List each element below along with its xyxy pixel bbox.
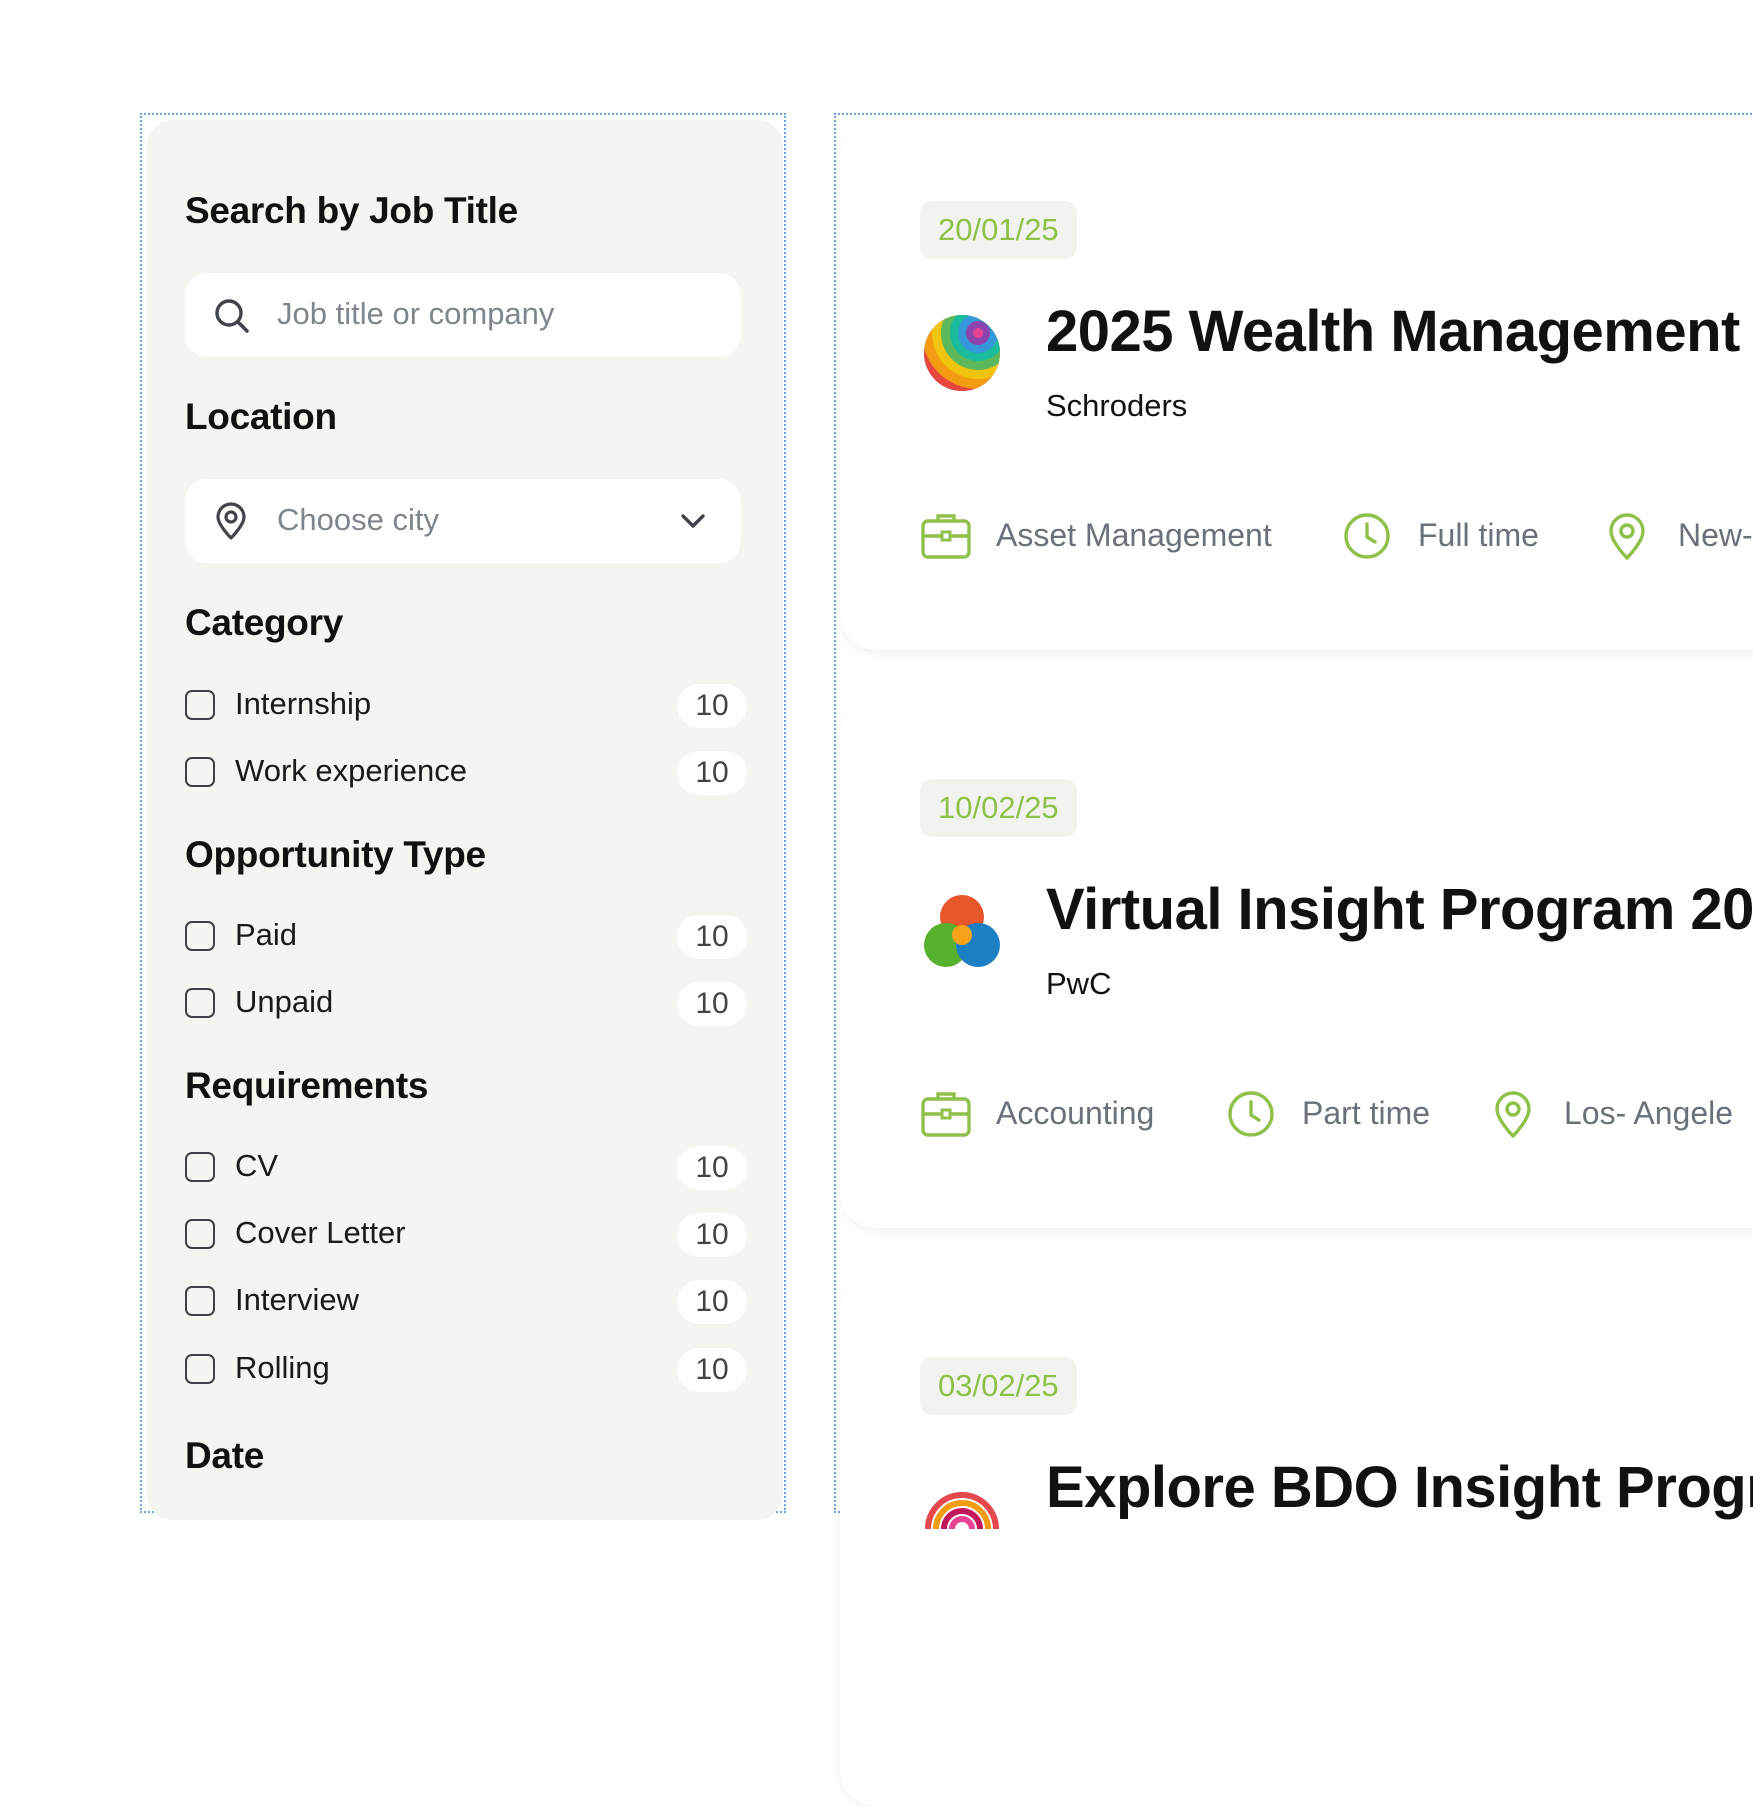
job-card[interactable]: 20/01/25 2025 Wealth Management Schroder… [840,120,1753,650]
category-heading: Category [185,602,343,643]
type-text: Full time [1418,517,1539,553]
opportunity-heading: Opportunity Type [185,834,486,875]
option-count: 10 [677,751,747,795]
option-count: 10 [677,1213,747,1257]
option-label: Rolling [235,1350,330,1385]
search-placeholder: Job title or company [277,296,555,331]
search-icon [215,299,249,333]
option-count: 10 [677,1348,747,1392]
location-pin-icon [1495,1091,1531,1138]
search-field[interactable]: Job title or company [185,273,741,357]
requirements-option-cv[interactable]: CV 10 [185,1146,747,1190]
job-title[interactable]: Explore BDO Insight Progra [1046,1454,1753,1521]
city-placeholder: Choose city [277,502,439,537]
job-title[interactable]: Virtual Insight Program 20 [1046,876,1753,943]
clock-icon [1344,513,1390,559]
checkbox[interactable] [185,757,215,787]
date-heading: Date [185,1435,264,1476]
option-label: Unpaid [235,984,334,1019]
chevron-down-icon [681,514,705,528]
option-label: Work experience [235,753,468,788]
pwc-logo-icon [924,895,1000,967]
option-count: 10 [677,915,747,959]
checkbox[interactable] [185,690,215,720]
requirements-heading: Requirements [185,1065,429,1106]
map-pin-icon [216,502,246,540]
posted-date-badge: 03/02/25 [920,1357,1077,1415]
option-label: Internship [235,686,372,721]
briefcase-icon [921,514,971,559]
option-label: Cover Letter [235,1215,406,1250]
option-label: Interview [235,1282,360,1317]
posted-date-badge: 10/02/25 [920,779,1077,837]
opportunity-option-unpaid[interactable]: Unpaid 10 [185,982,747,1026]
opportunity-option-paid[interactable]: Paid 10 [185,915,747,959]
city-select[interactable]: Choose city [185,479,741,563]
location-heading: Location [185,396,337,437]
checkbox[interactable] [185,1286,215,1316]
option-label: CV [235,1148,279,1183]
checkbox[interactable] [185,988,215,1018]
job-title[interactable]: 2025 Wealth Management [1046,298,1740,365]
bdo-logo-icon [925,1492,999,1530]
location-pin-icon [1609,513,1645,560]
checkbox[interactable] [185,1354,215,1384]
schroders-logo-icon [924,315,1000,391]
requirements-option-rolling[interactable]: Rolling 10 [185,1348,747,1392]
location-text: Los- Angele [1564,1095,1734,1131]
checkbox[interactable] [185,921,215,951]
posted-date-badge: 20/01/25 [920,201,1077,259]
checkbox[interactable] [185,1152,215,1182]
company-name: PwC [1046,966,1112,1001]
clock-icon [1228,1091,1274,1137]
checkbox[interactable] [185,1219,215,1249]
requirements-option-cover-letter[interactable]: Cover Letter 10 [185,1213,747,1257]
option-count: 10 [677,982,747,1026]
job-card[interactable]: 10/02/25 Virtual Insight Program 20 PwC … [840,698,1753,1228]
company-name: Schroders [1046,388,1188,423]
category-option-internship[interactable]: Internship 10 [185,684,747,728]
location-text: New- [1678,517,1753,553]
option-count: 10 [677,1146,747,1190]
search-heading: Search by Job Title [185,190,518,231]
category-text: Accounting [996,1095,1155,1131]
category-text: Asset Management [996,517,1272,553]
category-option-work-experience[interactable]: Work experience 10 [185,751,747,795]
type-text: Part time [1302,1095,1431,1131]
option-label: Paid [235,917,298,952]
requirements-option-interview[interactable]: Interview 10 [185,1280,747,1324]
option-count: 10 [677,684,747,728]
job-card[interactable]: 03/02/25 Explore BDO Insight Progra [840,1276,1753,1806]
option-count: 10 [677,1280,747,1324]
briefcase-icon [921,1092,971,1137]
